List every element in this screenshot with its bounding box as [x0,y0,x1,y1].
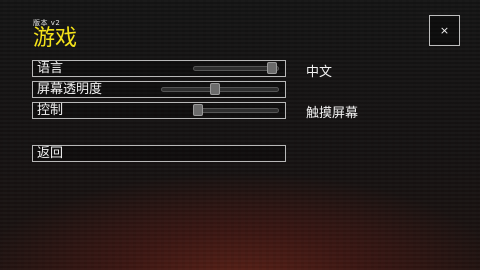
setting-label-screen-opacity: 屏幕透明度 [37,82,103,97]
setting-row-language[interactable]: 语言 [32,60,286,77]
close-button[interactable]: × [429,15,460,46]
setting-label-controls: 控制 [37,103,64,118]
page-title: 游戏 [33,26,78,51]
setting-row-screen-opacity[interactable]: 屏幕透明度 [32,81,286,98]
controls-slider-thumb[interactable] [193,104,203,116]
close-icon: × [439,24,450,37]
opacity-slider-track[interactable] [161,83,279,95]
opacity-slider-thumb[interactable] [209,83,220,95]
language-slider-thumb[interactable] [266,62,277,74]
back-button[interactable]: 返回 [32,145,286,162]
language-slider-track[interactable] [193,62,279,74]
setting-row-controls[interactable]: 控制 [32,102,286,119]
setting-value-controls: 触摸屏幕 [306,106,359,121]
back-button-label: 返回 [37,146,64,161]
setting-value-language: 中文 [306,65,333,80]
controls-slider-track[interactable] [193,104,279,116]
setting-label-language: 语言 [37,61,64,76]
